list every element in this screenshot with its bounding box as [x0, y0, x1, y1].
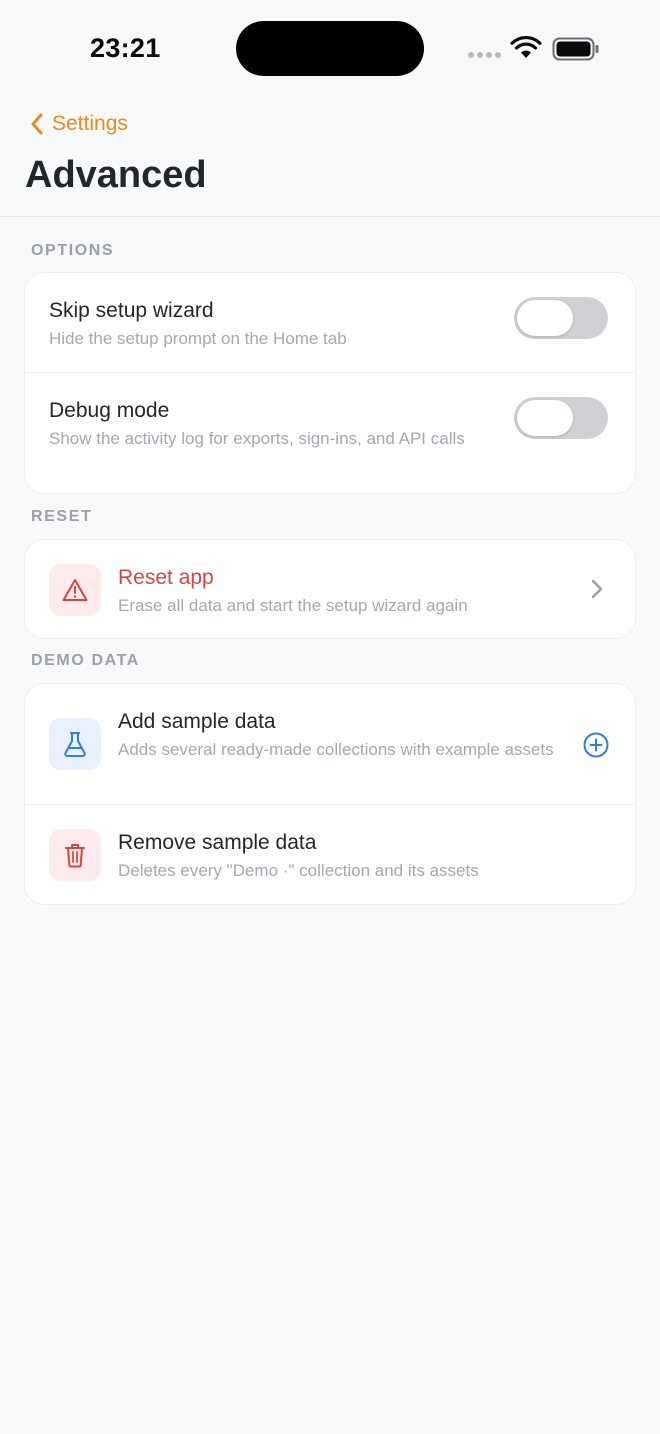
setting-row-debug-mode: Debug mode Show the activity log for exp…: [25, 373, 635, 493]
chevron-left-icon: [31, 113, 43, 135]
setting-row-skip-wizard: Skip setup wizard Hide the setup prompt …: [25, 273, 635, 373]
reset-card: Reset app Erase all data and start the s…: [24, 539, 636, 639]
row-title: Add sample data: [118, 710, 276, 733]
page-title: Advanced: [25, 154, 207, 196]
row-subtitle: Adds several ready-made collections with…: [118, 740, 554, 759]
plus-circle-icon[interactable]: [583, 732, 609, 758]
row-title: Debug mode: [49, 399, 170, 422]
warning-icon-box: [49, 564, 101, 616]
navigation-header: Settings Advanced: [0, 96, 660, 217]
chevron-right-icon: [591, 579, 603, 599]
toggle-knob: [517, 300, 573, 336]
skip-wizard-toggle[interactable]: [514, 297, 608, 339]
dynamic-island: [236, 21, 424, 76]
back-button[interactable]: Settings: [30, 112, 128, 136]
row-subtitle: Show the activity log for exports, sign-…: [49, 429, 465, 448]
remove-sample-data-row[interactable]: Remove sample data Deletes every "Demo ·…: [25, 805, 635, 904]
section-label-reset: RESET: [31, 508, 93, 525]
status-bar: 23:21: [0, 0, 660, 96]
row-subtitle: Erase all data and start the setup wizar…: [118, 596, 468, 615]
back-button-label: Settings: [52, 112, 128, 135]
section-label-options: OPTIONS: [31, 242, 115, 259]
warning-icon: [62, 579, 88, 601]
row-title: Remove sample data: [118, 831, 317, 854]
status-time: 23:21: [90, 33, 161, 63]
options-card: Skip setup wizard Hide the setup prompt …: [24, 272, 636, 494]
row-title: Reset app: [118, 566, 214, 589]
trash-icon-box: [49, 829, 101, 881]
flask-icon: [64, 732, 86, 757]
debug-mode-toggle[interactable]: [514, 397, 608, 439]
section-label-demo-data: DEMO DATA: [31, 652, 140, 669]
add-sample-data-row[interactable]: Add sample data Adds several ready-made …: [25, 684, 635, 805]
row-subtitle: Deletes every "Demo ·" collection and it…: [118, 861, 479, 880]
trash-icon: [65, 844, 85, 868]
toggle-knob: [517, 400, 573, 436]
wifi-icon: [510, 36, 542, 58]
row-title: Skip setup wizard: [49, 299, 214, 322]
demo-data-card: Add sample data Adds several ready-made …: [24, 683, 636, 905]
flask-icon-box: [49, 718, 101, 770]
row-subtitle: Hide the setup prompt on the Home tab: [49, 329, 347, 348]
cellular-signal-icon: [468, 52, 501, 58]
reset-app-row[interactable]: Reset app Erase all data and start the s…: [25, 540, 635, 638]
battery-icon: [552, 37, 599, 61]
